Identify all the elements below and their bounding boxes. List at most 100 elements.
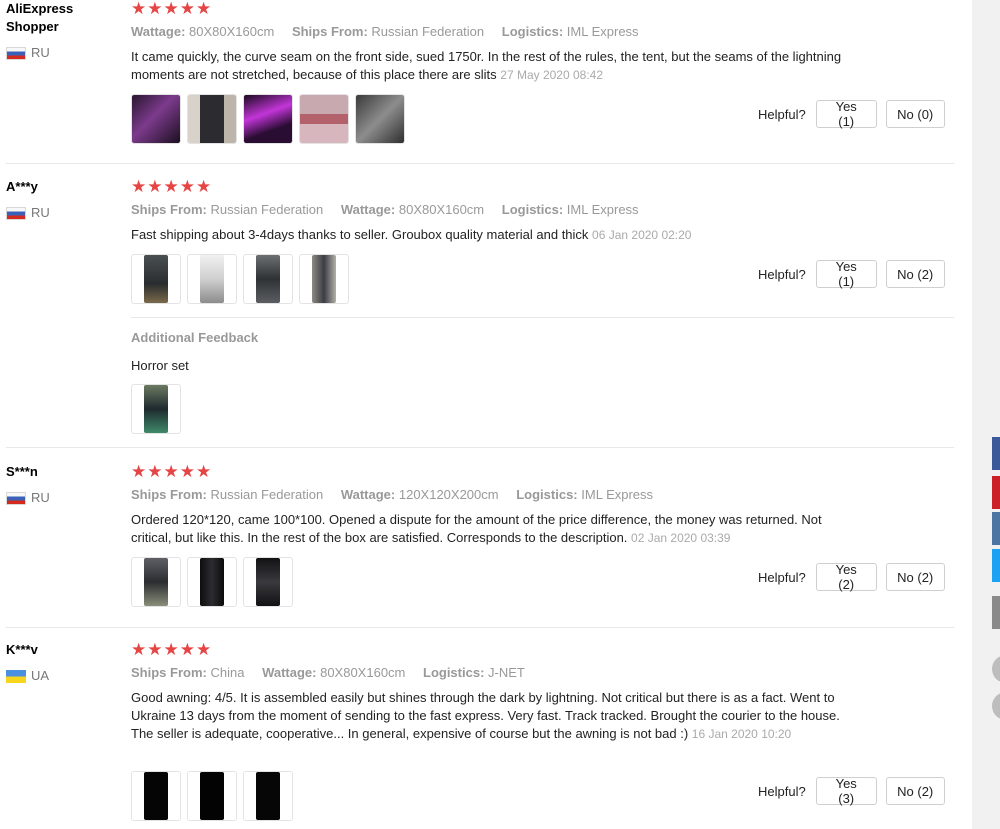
review-divider <box>6 447 954 448</box>
meta-value: Russian Federation <box>210 487 324 502</box>
reviewer-country: RU <box>31 205 50 220</box>
helpful-vote: Helpful? Yes (1) No (2) <box>758 259 945 289</box>
meta-key: Ships From: <box>291 24 368 39</box>
meta-key: Ships From: <box>131 487 207 502</box>
helpful-vote: Helpful? Yes (3) No (2) <box>758 776 945 806</box>
meta-value: 120X120X200cm <box>398 487 499 502</box>
rating-stars: ★★★★★ <box>131 640 213 659</box>
review-photo[interactable] <box>131 771 181 821</box>
helpful-no-button[interactable]: No (2) <box>885 563 945 591</box>
helpful-label: Helpful? <box>758 569 806 585</box>
additional-feedback-title: Additional Feedback <box>131 330 259 345</box>
meta-key: Wattage: <box>340 202 396 217</box>
review-photos <box>131 771 293 821</box>
review-photo[interactable] <box>243 557 293 607</box>
review-item: S***n RU ★★★★★ Ships From: Russian Feder… <box>0 463 972 628</box>
twitter-share-icon[interactable] <box>992 549 1000 582</box>
flag-ru-icon <box>6 47 26 60</box>
rating-stars: ★★★★★ <box>131 0 213 18</box>
meta-key: Logistics: <box>516 487 578 502</box>
review-date: 06 Jan 2020 02:20 <box>592 228 692 242</box>
helpful-yes-button[interactable]: Yes (1) <box>815 99 877 129</box>
review-meta: Ships From: Russian Federation Wattage: … <box>131 486 667 504</box>
flag-ua-icon <box>6 670 26 683</box>
reviewer-country: RU <box>31 490 50 505</box>
review-photos <box>131 557 293 607</box>
pinterest-share-icon[interactable] <box>992 476 1000 509</box>
helpful-label: Helpful? <box>758 106 806 122</box>
review-photo[interactable] <box>355 94 405 144</box>
review-meta: Ships From: China Wattage: 80X80X160cm L… <box>131 664 539 682</box>
vk-share-icon[interactable] <box>992 512 1000 545</box>
review-date: 02 Jan 2020 03:39 <box>631 531 731 545</box>
review-date: 16 Jan 2020 10:20 <box>691 727 792 741</box>
review-photo[interactable] <box>187 254 237 304</box>
helpful-vote: Helpful? Yes (1) No (0) <box>758 99 945 129</box>
review-photo[interactable] <box>243 254 293 304</box>
meta-value: 80X80X160cm <box>189 24 275 39</box>
meta-key: Ships From: <box>131 665 207 680</box>
review-photo[interactable] <box>131 94 181 144</box>
review-item: AliExpress Shopper RU ★★★★★ Wattage: 80X… <box>0 0 972 164</box>
email-share-icon[interactable] <box>992 596 1000 629</box>
rating-stars: ★★★★★ <box>131 177 213 196</box>
review-divider <box>6 627 954 628</box>
review-photos <box>131 254 349 304</box>
review-photo[interactable] <box>243 771 293 821</box>
review-photo[interactable] <box>131 254 181 304</box>
helpful-no-button[interactable]: No (2) <box>885 260 945 288</box>
helpful-no-button[interactable]: No (2) <box>885 777 945 805</box>
review-photo[interactable] <box>187 771 237 821</box>
review-text: Fast shipping about 3-4days thanks to se… <box>131 226 851 244</box>
meta-value: 80X80X160cm <box>398 202 485 217</box>
helpful-yes-button[interactable]: Yes (3) <box>815 776 877 806</box>
meta-value: IML Express <box>566 24 639 39</box>
review-photo[interactable] <box>299 254 349 304</box>
meta-key: Ships From: <box>131 202 207 217</box>
helpful-yes-button[interactable]: Yes (2) <box>815 562 877 592</box>
rating-stars: ★★★★★ <box>131 462 213 481</box>
reviewer-name: AliExpress Shopper <box>6 1 74 34</box>
review-text: Ordered 120*120, came 100*100. Opened a … <box>131 511 851 547</box>
review-photo[interactable] <box>299 94 349 144</box>
reviewer-name: S***n <box>6 464 38 479</box>
meta-key: Logistics: <box>501 24 564 39</box>
helpful-yes-button[interactable]: Yes (1) <box>815 259 877 289</box>
meta-key: Wattage: <box>262 665 317 680</box>
reviewer-name: A***y <box>6 179 38 194</box>
review-body: Fast shipping about 3-4days thanks to se… <box>131 227 589 242</box>
helpful-vote: Helpful? Yes (2) No (2) <box>758 562 945 592</box>
meta-key: Wattage: <box>131 24 186 39</box>
meta-value: Russian Federation <box>371 24 485 39</box>
meta-key: Logistics: <box>423 665 485 680</box>
facebook-share-icon[interactable] <box>992 437 1000 470</box>
helpful-no-button[interactable]: No (0) <box>885 100 945 128</box>
review-photo[interactable] <box>243 94 293 144</box>
meta-value: China <box>210 665 245 680</box>
review-photo[interactable] <box>187 94 237 144</box>
additional-feedback-text: Horror set <box>131 358 189 373</box>
review-photo[interactable] <box>131 384 181 434</box>
review-date: 27 May 2020 08:42 <box>500 68 604 82</box>
reviewer-name: K***v <box>6 642 38 657</box>
review-feed: AliExpress Shopper RU ★★★★★ Wattage: 80X… <box>0 0 972 829</box>
meta-value: IML Express <box>566 202 639 217</box>
review-divider <box>6 163 954 164</box>
reviewer-country: RU <box>31 45 50 60</box>
flag-ru-icon <box>6 492 26 505</box>
review-photo[interactable] <box>187 557 237 607</box>
review-text: It came quickly, the curve seam on the f… <box>131 48 851 84</box>
meta-key: Wattage: <box>340 487 396 502</box>
review-item: K***v UA ★★★★★ Ships From: China Wattage… <box>0 641 972 829</box>
reviewer-country: UA <box>31 668 50 683</box>
additional-photos <box>131 384 181 434</box>
helpful-label: Helpful? <box>758 266 806 282</box>
review-meta: Wattage: 80X80X160cm Ships From: Russian… <box>131 23 653 41</box>
review-body: It came quickly, the curve seam on the f… <box>131 49 842 82</box>
helpful-label: Helpful? <box>758 783 806 799</box>
review-photo[interactable] <box>131 557 181 607</box>
review-photos <box>131 94 405 144</box>
review-meta: Ships From: Russian Federation Wattage: … <box>131 201 653 219</box>
additional-divider <box>131 317 954 318</box>
meta-value: IML Express <box>581 487 654 502</box>
